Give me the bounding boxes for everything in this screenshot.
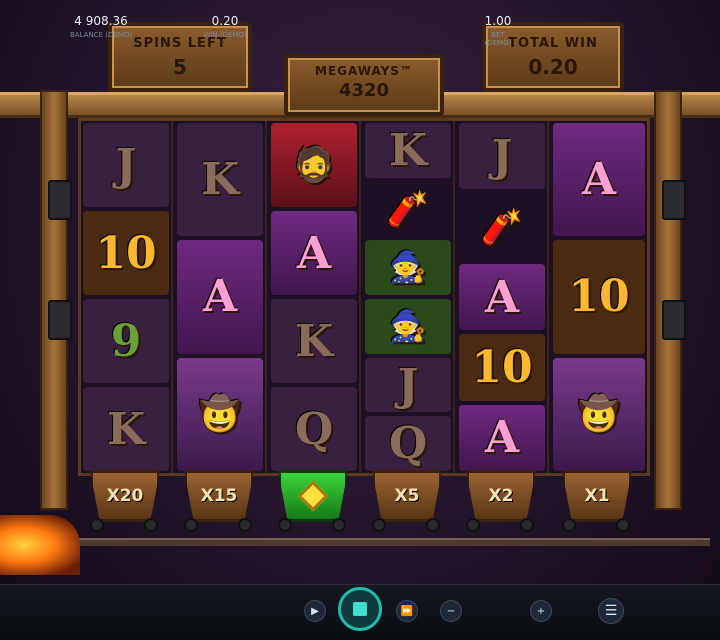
- bracket: [662, 180, 686, 220]
- reel-4: K 🧨 🧙 🧙 J Q: [363, 121, 455, 473]
- symbol-cell: K: [177, 123, 263, 237]
- symbol-cell: K: [365, 123, 451, 178]
- reel-1: J 10 9 K: [81, 121, 173, 473]
- cart-wheel: [238, 518, 252, 532]
- win-value: 0.20: [211, 14, 239, 28]
- stop-icon: [353, 602, 367, 616]
- multiplier-cart: X5: [372, 470, 442, 522]
- bet-caption: BET (DEMO): [484, 31, 512, 47]
- cowboy-icon: 🤠: [577, 394, 621, 435]
- dynamite-icon: 🧨: [386, 189, 430, 229]
- cart-wheel: [278, 518, 292, 532]
- turbo-button[interactable]: ⏩: [396, 600, 418, 622]
- green-hat-icon: 🧙: [389, 250, 427, 286]
- cart-wheel: [466, 518, 480, 532]
- autoplay-button[interactable]: ▶: [304, 600, 326, 622]
- bracket: [662, 300, 686, 340]
- bracket: [48, 300, 72, 340]
- symbol-cell: 9: [83, 299, 169, 383]
- cowboy-symbol: 🤠: [553, 357, 645, 471]
- symbol-cell: J: [459, 123, 545, 190]
- bracket: [48, 180, 72, 220]
- win-caption: WIN (DEMO): [203, 31, 247, 39]
- green-hat-symbol: 🧙: [365, 299, 451, 354]
- multiplier-cart: X2: [466, 470, 536, 522]
- mine-rail: [20, 538, 710, 546]
- win-display: 0.20 WIN (DEMO): [200, 14, 250, 39]
- cart-wheel: [616, 518, 630, 532]
- spin-button[interactable]: [338, 587, 382, 631]
- symbol-cell: A: [459, 404, 545, 472]
- reel-2: K A 🤠: [175, 121, 267, 473]
- hamburger-icon: ☰: [604, 603, 618, 619]
- symbol-cell: 10: [459, 334, 545, 401]
- balance-caption: BALANCE (DEMO): [70, 31, 133, 39]
- reel-3: 🧔 A K Q: [269, 121, 361, 473]
- cart-wheel: [144, 518, 158, 532]
- bet-decrease-button[interactable]: −: [440, 600, 462, 622]
- symbol-cell: 10: [83, 211, 169, 295]
- dynamite-symbol: 🧨: [365, 182, 451, 237]
- prospector-icon: 🧔: [292, 145, 336, 185]
- megaways-value: 4320: [338, 80, 390, 101]
- multiplier-cart: X15: [184, 470, 254, 522]
- cart-wheel: [520, 518, 534, 532]
- fast-forward-icon: ⏩: [400, 605, 414, 617]
- reel-6: A 10 🤠: [551, 121, 647, 473]
- cart-wheel: [90, 518, 104, 532]
- reel-5: J 🧨 A 10 A: [457, 121, 549, 473]
- symbol-cell: K: [83, 387, 169, 471]
- bet-display: 1.00 BET (DEMO): [478, 14, 518, 47]
- balance-value: 4 908.36: [74, 14, 128, 28]
- cart-wheel: [184, 518, 198, 532]
- dynamite-symbol: 🧨: [459, 193, 545, 259]
- symbol-cell: A: [459, 263, 545, 331]
- cowboy-symbol: 🤠: [177, 357, 263, 471]
- symbol-cell: Q: [271, 387, 357, 471]
- symbol-cell: A: [553, 123, 645, 237]
- minus-icon: −: [446, 605, 456, 617]
- active-multiplier-cart: [278, 470, 348, 522]
- menu-button[interactable]: ☰: [598, 598, 624, 624]
- symbol-cell: J: [83, 123, 169, 207]
- reel-grid: J 10 9 K K A 🤠 🧔 A K Q K 🧨 🧙 🧙 J Q J 🧨 A…: [78, 118, 650, 476]
- symbol-cell: K: [271, 299, 357, 383]
- balance-display: 4 908.36 BALANCE (DEMO): [70, 14, 132, 39]
- bet-increase-button[interactable]: +: [530, 600, 552, 622]
- symbol-cell: J: [365, 357, 451, 413]
- cart-wheel: [562, 518, 576, 532]
- game-stage: SPINS LEFT 5 MEGAWAYS™ 4320 TOTAL WIN 0.…: [0, 0, 720, 640]
- cart-wheel: [426, 518, 440, 532]
- coin-icon: [297, 480, 329, 512]
- cart-wheel: [332, 518, 346, 532]
- megaways-panel: MEGAWAYS™ 4320: [284, 54, 444, 116]
- multiplier-carts: X20 X15 X5 X2 X1: [78, 470, 650, 532]
- lava-pit: [0, 515, 80, 575]
- green-hat-symbol: 🧙: [365, 240, 451, 296]
- play-icon: ▶: [311, 605, 319, 617]
- total-win-value: 0.20: [528, 55, 578, 79]
- prospector-symbol: 🧔: [271, 123, 357, 207]
- symbol-cell: A: [271, 211, 357, 295]
- bet-value: 1.00: [484, 14, 512, 28]
- multiplier-cart: X1: [562, 470, 632, 522]
- green-hat-icon: 🧙: [389, 308, 427, 344]
- spins-left-value: 5: [173, 55, 187, 79]
- symbol-cell: 10: [553, 240, 645, 354]
- multiplier-cart: X20: [90, 470, 160, 522]
- plus-icon: +: [536, 605, 546, 617]
- cart-wheel: [372, 518, 386, 532]
- megaways-label: MEGAWAYS™: [315, 64, 413, 78]
- symbol-cell: Q: [365, 416, 451, 472]
- cowboy-icon: 🤠: [198, 394, 242, 435]
- symbol-cell: A: [177, 240, 263, 354]
- dynamite-icon: 🧨: [480, 206, 524, 247]
